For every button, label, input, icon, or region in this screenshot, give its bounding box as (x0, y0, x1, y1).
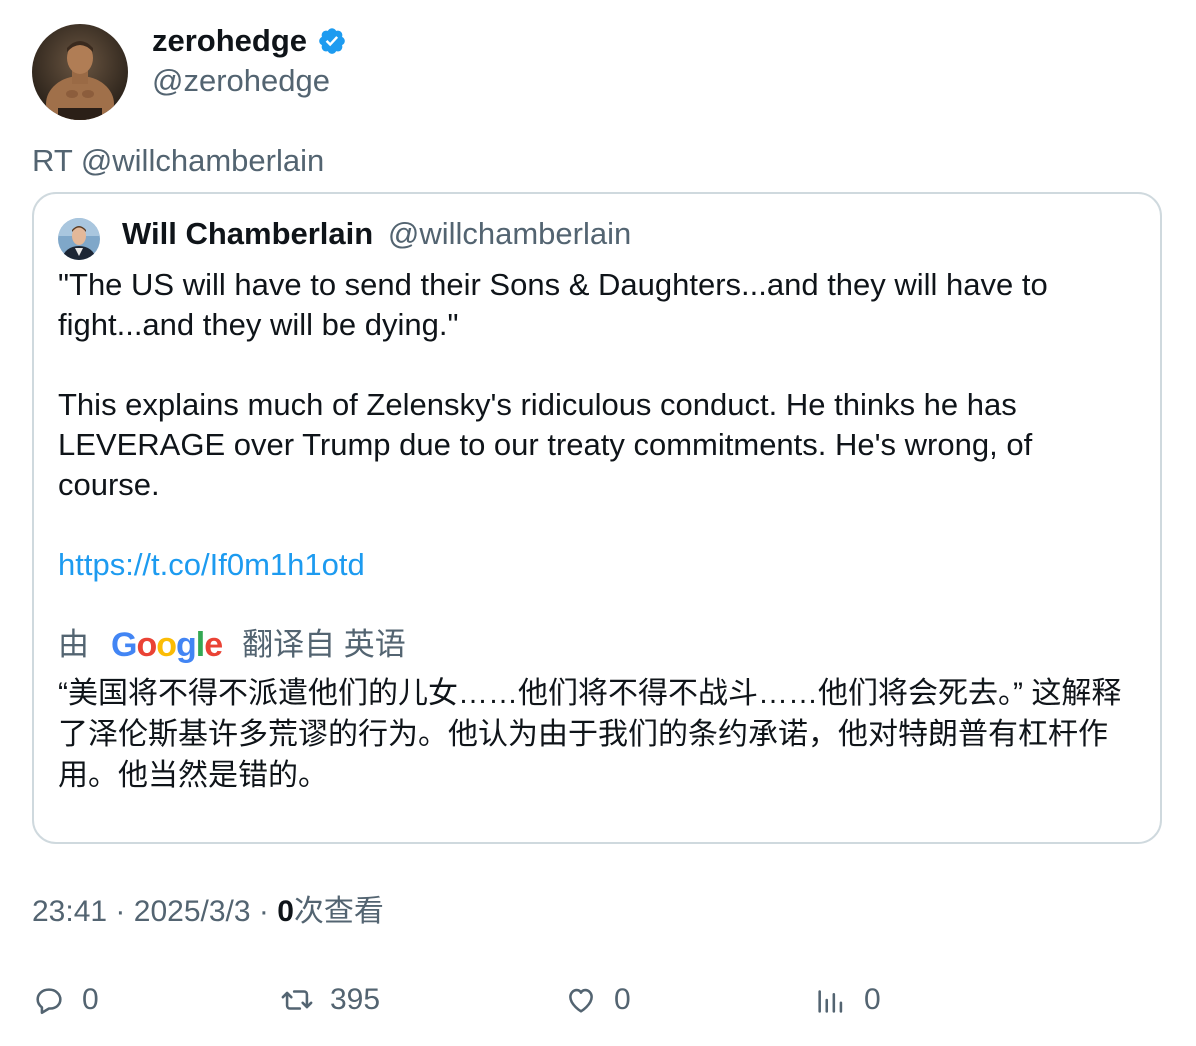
quoted-author-avatar[interactable] (58, 218, 100, 260)
retweet-icon (281, 990, 313, 1010)
meta-separator: · (258, 895, 269, 928)
tweet-date: 2025/3/3 (133, 895, 251, 928)
reply-count: 0 (82, 983, 99, 1016)
retweet-label: RT @willchamberlain (32, 143, 325, 178)
author-handle[interactable]: @zerohedge (152, 62, 330, 100)
author-name-text: zerohedge (152, 23, 308, 58)
quoted-author-handle[interactable]: @willchamberlain (388, 216, 631, 251)
quoted-tweet-link[interactable]: https://t.co/If0m1h1otd (58, 547, 365, 582)
quoted-tweet-text: "The US will have to send their Sons & D… (58, 265, 1118, 585)
reply-icon (36, 988, 62, 1015)
quoted-avatar-photo-icon (58, 218, 100, 260)
tweet-timestamp[interactable]: 23:41 · 2025/3/3 · 0次查看 (32, 893, 384, 931)
translate-suffix: 翻译自 英语 (242, 627, 406, 662)
like-count: 0 (614, 983, 631, 1016)
translate-prefix: 由 (58, 627, 89, 662)
author-avatar[interactable] (32, 24, 128, 120)
like-icon (569, 988, 593, 1013)
meta-separator: · (115, 895, 126, 928)
quoted-header[interactable]: Will Chamberlain @willchamberlain (122, 214, 631, 254)
google-logo-icon: Google (111, 626, 223, 664)
views-count: 0 (277, 895, 294, 928)
quoted-paragraph-1: "The US will have to send their Sons & D… (58, 267, 1048, 342)
avatar-photo-icon (32, 24, 128, 120)
views-button[interactable]: 0 (814, 980, 881, 1020)
author-name[interactable]: zerohedge (152, 22, 347, 60)
retweet-button[interactable]: 395 (280, 980, 380, 1020)
verified-badge-icon (317, 26, 347, 56)
views-action-count: 0 (864, 983, 881, 1016)
views-label: 次查看 (293, 895, 384, 928)
quoted-tweet-card[interactable]: Will Chamberlain @willchamberlain "The U… (32, 192, 1162, 844)
translation-attribution[interactable]: 由 Google 翻译自 英语 (58, 622, 406, 668)
quoted-author-name[interactable]: Will Chamberlain (122, 216, 373, 251)
translated-text: “美国将不得不派遣他们的儿女……他们将不得不战斗……他们将会死去。” 这解释了泽… (58, 677, 1122, 792)
quoted-paragraph-2: This explains much of Zelensky's ridicul… (58, 387, 1033, 502)
reply-button[interactable]: 0 (32, 980, 99, 1020)
views-icon (818, 990, 843, 1013)
retweet-count: 395 (330, 983, 381, 1016)
tweet-time: 23:41 (32, 895, 108, 928)
like-button[interactable]: 0 (564, 980, 631, 1020)
